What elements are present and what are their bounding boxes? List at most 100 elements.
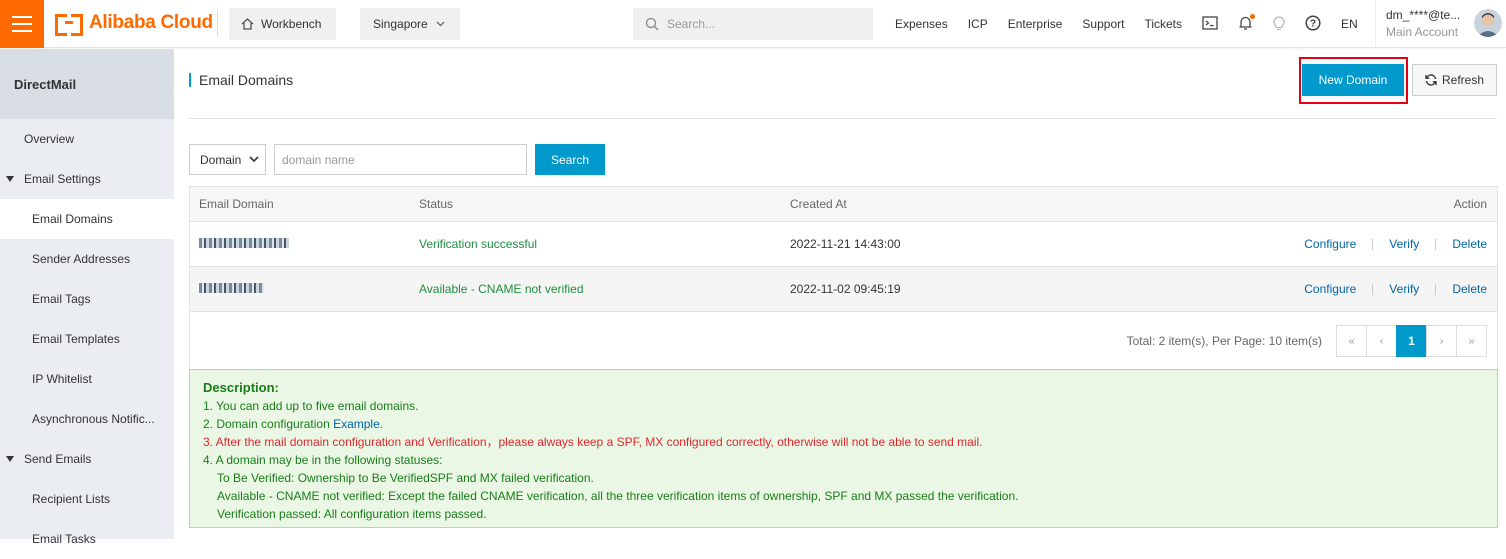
redacted-domain: [199, 238, 289, 248]
header-status: Status: [419, 197, 454, 211]
logo-mark-icon: [55, 12, 83, 36]
description-line-4: 4. A domain may be in the following stat…: [203, 453, 443, 467]
refresh-button[interactable]: Refresh: [1412, 64, 1497, 96]
home-icon: [241, 18, 254, 30]
language-switch[interactable]: EN: [1341, 17, 1358, 31]
sidebar-item-async-notifications[interactable]: Asynchronous Notific...: [0, 399, 174, 439]
configure-link[interactable]: Configure: [1304, 237, 1356, 251]
account-menu[interactable]: dm_****@te... Main Account: [1375, 0, 1506, 48]
header-email-domain: Email Domain: [199, 197, 274, 211]
created-cell: 2022-11-21 14:43:00: [790, 237, 901, 251]
workbench-button[interactable]: Workbench: [229, 8, 336, 40]
help-icon[interactable]: ?: [1305, 14, 1321, 34]
divider: [1372, 238, 1374, 250]
current-page-button[interactable]: 1: [1396, 324, 1427, 357]
header-action: Action: [1453, 197, 1487, 211]
caret-down-icon: [6, 176, 14, 182]
divider: [1372, 283, 1374, 295]
last-page-button[interactable]: »: [1456, 324, 1487, 357]
refresh-label: Refresh: [1441, 73, 1485, 87]
caret-down-icon: [6, 456, 14, 462]
domain-search-input[interactable]: domain name: [274, 144, 527, 175]
example-link[interactable]: Example: [333, 417, 380, 431]
refresh-icon: [1425, 74, 1437, 86]
region-selector[interactable]: Singapore: [360, 8, 460, 40]
table-header: Email Domain Status Created At Action: [190, 187, 1497, 222]
filter-field-value: Domain: [200, 152, 242, 167]
status-cell: Verification successful: [419, 237, 538, 251]
divider: [189, 118, 1497, 119]
created-cell: 2022-11-02 09:45:19: [790, 282, 901, 296]
search-placeholder: Search...: [667, 17, 716, 31]
domain-cell: [190, 237, 410, 251]
status-cell: Available - CNAME not verified: [419, 282, 584, 296]
pagination-bar: Total: 2 item(s), Per Page: 10 item(s) «…: [190, 312, 1497, 369]
configure-link[interactable]: Configure: [1304, 282, 1356, 296]
filter-field-select[interactable]: Domain: [189, 144, 266, 175]
table-row: Verification successful 2022-11-21 14:43…: [190, 222, 1497, 267]
alibaba-cloud-logo[interactable]: Alibaba Cloud: [55, 12, 213, 36]
pagination-summary: Total: 2 item(s), Per Page: 10 item(s): [1126, 333, 1322, 348]
first-page-button[interactable]: «: [1336, 324, 1367, 357]
search-icon: [645, 17, 659, 31]
verify-link[interactable]: Verify: [1389, 237, 1419, 251]
action-cell: Configure Verify Delete: [1181, 237, 1497, 251]
region-label: Singapore: [373, 17, 428, 31]
top-navigation-bar: Alibaba Cloud Workbench Singapore Search…: [0, 0, 1506, 48]
status-cname-not-verified: Available - CNAME not verified: Except t…: [217, 489, 1019, 503]
sidebar-item-sender-addresses[interactable]: Sender Addresses: [0, 239, 174, 279]
nav-expenses[interactable]: Expenses: [895, 17, 948, 31]
description-title: Description:: [203, 380, 279, 395]
divider: [217, 10, 218, 36]
description-line-2: 2. Domain configuration Example.: [203, 415, 1484, 433]
nav-support[interactable]: Support: [1082, 17, 1124, 31]
sidebar-group-send-emails[interactable]: Send Emails: [0, 439, 174, 479]
delete-link[interactable]: Delete: [1452, 237, 1487, 251]
page-title: Email Domains: [199, 72, 294, 88]
redacted-domain: [199, 283, 264, 293]
status-to-be-verified: To Be Verified: Ownership to Be Verified…: [217, 471, 594, 485]
pagination: « ‹ 1 › »: [1336, 324, 1487, 357]
nav-tickets[interactable]: Tickets: [1144, 17, 1182, 31]
brand-name: Alibaba Cloud: [89, 12, 213, 33]
global-search-input[interactable]: Search...: [633, 8, 873, 40]
terminal-icon[interactable]: [1202, 15, 1218, 33]
delete-link[interactable]: Delete: [1452, 282, 1487, 296]
status-verification-passed: Verification passed: All configuration i…: [217, 507, 487, 521]
sidebar-item-email-domains[interactable]: Email Domains: [0, 199, 174, 239]
lightbulb-icon[interactable]: [1273, 15, 1285, 34]
sidebar-group-email-settings[interactable]: Email Settings: [0, 159, 174, 199]
title-accent: [189, 73, 191, 87]
main-content: Email Domains New Domain Refresh Domain …: [174, 49, 1506, 539]
prev-page-button[interactable]: ‹: [1366, 324, 1397, 357]
verify-link[interactable]: Verify: [1389, 282, 1419, 296]
description-line-1: 1. You can add up to five email domains.: [203, 399, 419, 413]
next-page-button[interactable]: ›: [1426, 324, 1457, 357]
chevron-down-icon: [249, 156, 259, 163]
sidebar-group-label: Send Emails: [24, 452, 92, 466]
sidebar-item-ip-whitelist[interactable]: IP Whitelist: [0, 359, 174, 399]
workbench-label: Workbench: [261, 17, 322, 31]
sidebar: DirectMail Overview Email Settings Email…: [0, 49, 174, 546]
bell-icon[interactable]: [1238, 13, 1256, 34]
nav-enterprise[interactable]: Enterprise: [1008, 17, 1063, 31]
top-links: Expenses ICP Enterprise Support Tickets …: [895, 0, 1378, 48]
description-panel: Description: 1. You can add up to five e…: [189, 369, 1498, 528]
svg-text:?: ?: [1310, 18, 1316, 29]
menu-icon[interactable]: [0, 0, 44, 48]
notification-dot: [1250, 13, 1256, 19]
domains-table: Email Domain Status Created At Action Ve…: [189, 186, 1498, 370]
sidebar-item-email-tags[interactable]: Email Tags: [0, 279, 174, 319]
search-button[interactable]: Search: [535, 144, 605, 175]
table-row: Available - CNAME not verified 2022-11-0…: [190, 267, 1497, 312]
sidebar-item-email-tasks[interactable]: Email Tasks: [0, 519, 174, 559]
domain-search-placeholder: domain name: [282, 152, 355, 167]
sidebar-item-overview[interactable]: Overview: [0, 119, 174, 159]
highlight-box: [1299, 57, 1408, 104]
nav-icp[interactable]: ICP: [968, 17, 988, 31]
line-2-prefix: 2. Domain configuration: [203, 417, 334, 431]
avatar[interactable]: [1474, 9, 1502, 37]
sidebar-item-recipient-lists[interactable]: Recipient Lists: [0, 479, 174, 519]
sidebar-item-email-templates[interactable]: Email Templates: [0, 319, 174, 359]
chevron-down-icon: [436, 21, 445, 27]
